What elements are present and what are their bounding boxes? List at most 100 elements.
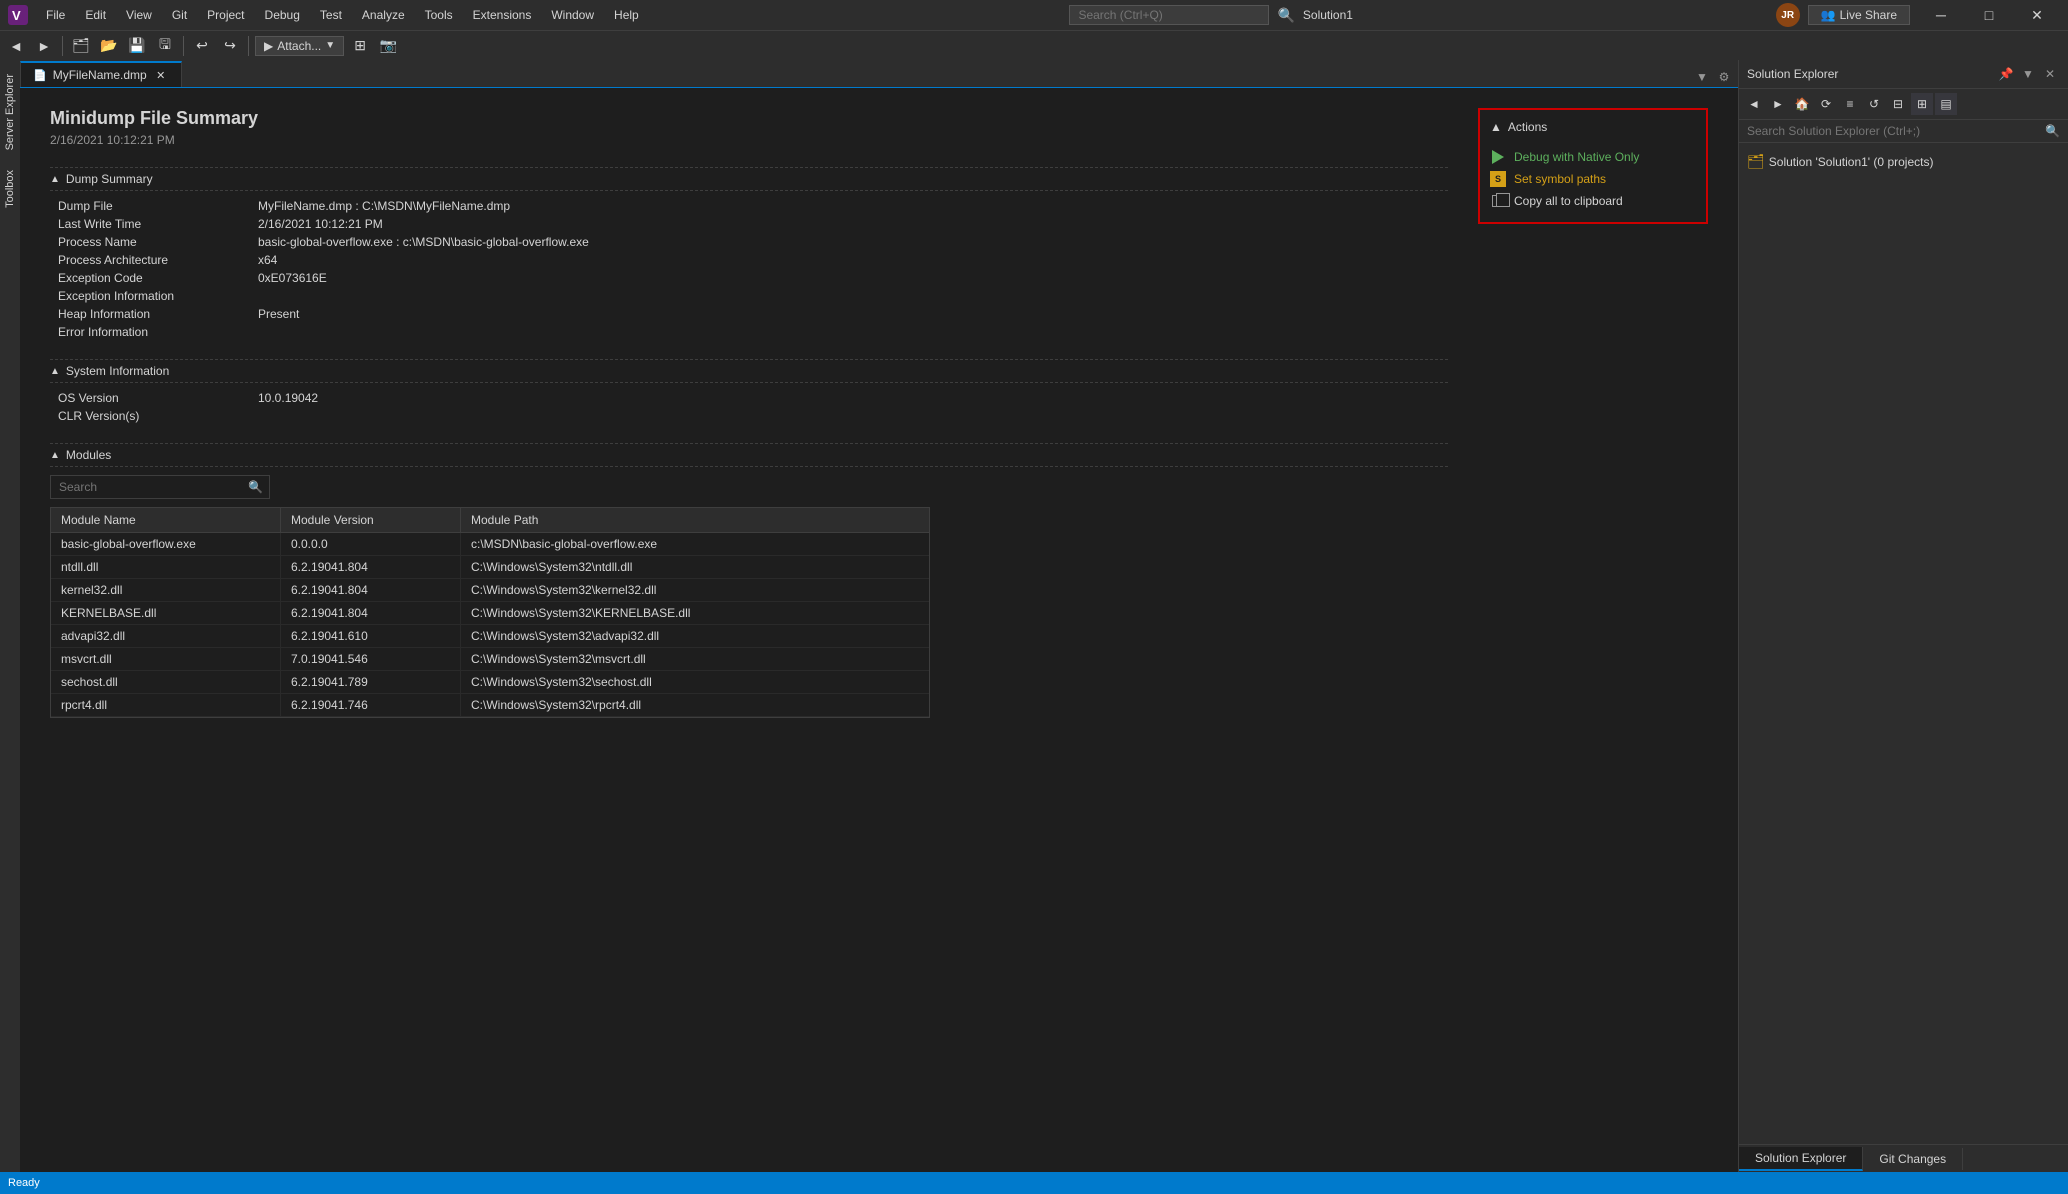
toolbar-save-btn[interactable]: 💾 — [125, 34, 149, 58]
menu-edit[interactable]: Edit — [77, 6, 114, 24]
toolbar-open-btn[interactable]: 📂 — [97, 34, 121, 58]
maximize-button[interactable]: □ — [1966, 0, 2012, 30]
solution-tree-item[interactable]: 🗂 Solution 'Solution1' (0 projects) — [1743, 151, 2064, 172]
dump-field-label-3: Process Architecture — [58, 253, 258, 267]
solution-explorer-search-icon[interactable]: 🔍 — [2045, 124, 2060, 138]
se-tool-refresh[interactable]: ↺ — [1863, 93, 1885, 115]
debug-play-icon — [1490, 149, 1506, 165]
table-row[interactable]: kernel32.dll 6.2.19041.804 C:\Windows\Sy… — [51, 579, 929, 602]
table-row[interactable]: advapi32.dll 6.2.19041.610 C:\Windows\Sy… — [51, 625, 929, 648]
title-bar-right: JR 👥 Live Share ─ □ ✕ — [1776, 0, 2060, 30]
menu-window[interactable]: Window — [543, 6, 602, 24]
dump-summary-title: Dump Summary — [66, 172, 153, 186]
active-tab[interactable]: 📄 MyFileName.dmp ✕ — [20, 61, 182, 87]
actions-title: Actions — [1508, 120, 1547, 134]
col-header-name: Module Name — [51, 508, 281, 532]
menu-analyze[interactable]: Analyze — [354, 6, 413, 24]
set-symbol-paths-action[interactable]: S Set symbol paths — [1490, 168, 1696, 190]
menu-project[interactable]: Project — [199, 6, 252, 24]
minimize-button[interactable]: ─ — [1918, 0, 1964, 30]
table-row[interactable]: KERNELBASE.dll 6.2.19041.804 C:\Windows\… — [51, 602, 929, 625]
tab-settings-btn[interactable]: ⚙ — [1714, 67, 1734, 87]
main-layout: Server Explorer Toolbox 📄 MyFileName.dmp… — [0, 60, 2068, 1172]
sys-field-value-1 — [258, 409, 1448, 423]
se-tool-filter[interactable]: ≡ — [1839, 93, 1861, 115]
se-tool-home[interactable]: 🏠 — [1791, 93, 1813, 115]
copy-clipboard-action[interactable]: Copy all to clipboard — [1490, 190, 1696, 212]
attach-dropdown-arrow: ▼ — [325, 40, 335, 51]
dump-field-value-0: MyFileName.dmp : C:\MSDN\MyFileName.dmp — [258, 199, 1448, 213]
toolbar-back-btn[interactable]: ◄ — [4, 34, 28, 58]
toolbar-separator-3 — [248, 36, 249, 56]
solution-explorer-panel: Solution Explorer 📌 ▼ ✕ ◄ ► 🏠 ⟳ ≡ ↺ ⊟ ⊞ … — [1738, 60, 2068, 1172]
toolbar-new-project-btn[interactable]: 🗂 — [69, 34, 93, 58]
se-tool-active-1[interactable]: ⊞ — [1911, 93, 1933, 115]
tab-dropdown-btn[interactable]: ▼ — [1692, 67, 1712, 87]
menu-help[interactable]: Help — [606, 6, 647, 24]
debug-native-action[interactable]: Debug with Native Only — [1490, 146, 1696, 168]
server-explorer-tab[interactable]: Server Explorer — [1, 64, 19, 160]
modules-title: Modules — [66, 448, 111, 462]
se-dropdown-button[interactable]: ▼ — [2018, 64, 2038, 84]
symbol-icon: S — [1490, 171, 1506, 187]
se-tool-forward[interactable]: ► — [1767, 93, 1789, 115]
module-version-0: 0.0.0.0 — [281, 533, 461, 555]
table-row[interactable]: rpcrt4.dll 6.2.19041.746 C:\Windows\Syst… — [51, 694, 929, 717]
dump-summary-header[interactable]: ▲ Dump Summary — [50, 167, 1448, 191]
git-changes-bottom-tab[interactable]: Git Changes — [1863, 1148, 1963, 1170]
attach-label: Attach... — [277, 39, 321, 53]
module-version-1: 6.2.19041.804 — [281, 556, 461, 578]
svg-text:V: V — [12, 8, 21, 23]
table-row[interactable]: msvcrt.dll 7.0.19041.546 C:\Windows\Syst… — [51, 648, 929, 671]
modules-header[interactable]: ▲ Modules — [50, 443, 1448, 467]
toolbar-btn-extra2[interactable]: 📷 — [376, 34, 400, 58]
modules-search-input[interactable] — [51, 476, 242, 498]
solution-explorer-bottom-tab[interactable]: Solution Explorer — [1739, 1147, 1863, 1171]
module-path-7: C:\Windows\System32\rpcrt4.dll — [461, 694, 929, 716]
module-name-3: KERNELBASE.dll — [51, 602, 281, 624]
menu-view[interactable]: View — [118, 6, 160, 24]
table-row[interactable]: sechost.dll 6.2.19041.789 C:\Windows\Sys… — [51, 671, 929, 694]
table-row[interactable]: ntdll.dll 6.2.19041.804 C:\Windows\Syste… — [51, 556, 929, 579]
se-pin-button[interactable]: 📌 — [1996, 64, 2016, 84]
se-tool-collapse[interactable]: ⊟ — [1887, 93, 1909, 115]
toolbar-redo-btn[interactable]: ↪ — [218, 34, 242, 58]
dump-info-grid: Dump File MyFileName.dmp : C:\MSDN\MyFil… — [50, 199, 1448, 339]
table-header-row: Module Name Module Version Module Path — [51, 508, 929, 533]
solution-explorer-search-input[interactable] — [1747, 124, 2045, 138]
menu-test[interactable]: Test — [312, 6, 350, 24]
live-share-button[interactable]: 👥 Live Share — [1808, 5, 1910, 25]
menu-debug[interactable]: Debug — [257, 6, 308, 24]
toolbar-btn-extra1[interactable]: ⊞ — [348, 34, 372, 58]
tab-close-button[interactable]: ✕ — [153, 67, 169, 83]
left-pane: Minidump File Summary 2/16/2021 10:12:21… — [50, 108, 1448, 1152]
system-info-header[interactable]: ▲ System Information — [50, 359, 1448, 383]
close-button[interactable]: ✕ — [2014, 0, 2060, 30]
se-bottom-tabs: Solution Explorer Git Changes — [1739, 1144, 2068, 1172]
set-symbol-label: Set symbol paths — [1514, 172, 1606, 186]
toolbar-undo-btn[interactable]: ↩ — [190, 34, 214, 58]
se-tool-sync[interactable]: ⟳ — [1815, 93, 1837, 115]
module-version-4: 6.2.19041.610 — [281, 625, 461, 647]
se-tool-back[interactable]: ◄ — [1743, 93, 1765, 115]
system-info-toggle-icon: ▲ — [50, 366, 60, 377]
attach-button[interactable]: ▶ Attach... ▼ — [255, 36, 344, 56]
toolbar-forward-btn[interactable]: ► — [32, 34, 56, 58]
live-share-icon: 👥 — [1821, 8, 1836, 22]
toolbar-save-all-btn[interactable]: 🖫 — [153, 34, 177, 58]
table-row[interactable]: basic-global-overflow.exe 0.0.0.0 c:\MSD… — [51, 533, 929, 556]
title-bar: V File Edit View Git Project Debug Test … — [0, 0, 2068, 30]
tab-label: MyFileName.dmp — [53, 68, 147, 82]
live-share-label: Live Share — [1840, 8, 1897, 22]
module-path-5: C:\Windows\System32\msvcrt.dll — [461, 648, 929, 670]
toolbox-tab[interactable]: Toolbox — [1, 160, 19, 218]
dump-field-label-6: Heap Information — [58, 307, 258, 321]
menu-extensions[interactable]: Extensions — [465, 6, 540, 24]
menu-file[interactable]: File — [38, 6, 73, 24]
se-tool-active-2[interactable]: ▤ — [1935, 93, 1957, 115]
menu-tools[interactable]: Tools — [417, 6, 461, 24]
se-close-button[interactable]: ✕ — [2040, 64, 2060, 84]
modules-table: Module Name Module Version Module Path b… — [50, 507, 930, 718]
menu-git[interactable]: Git — [164, 6, 195, 24]
global-search-input[interactable] — [1069, 5, 1269, 25]
